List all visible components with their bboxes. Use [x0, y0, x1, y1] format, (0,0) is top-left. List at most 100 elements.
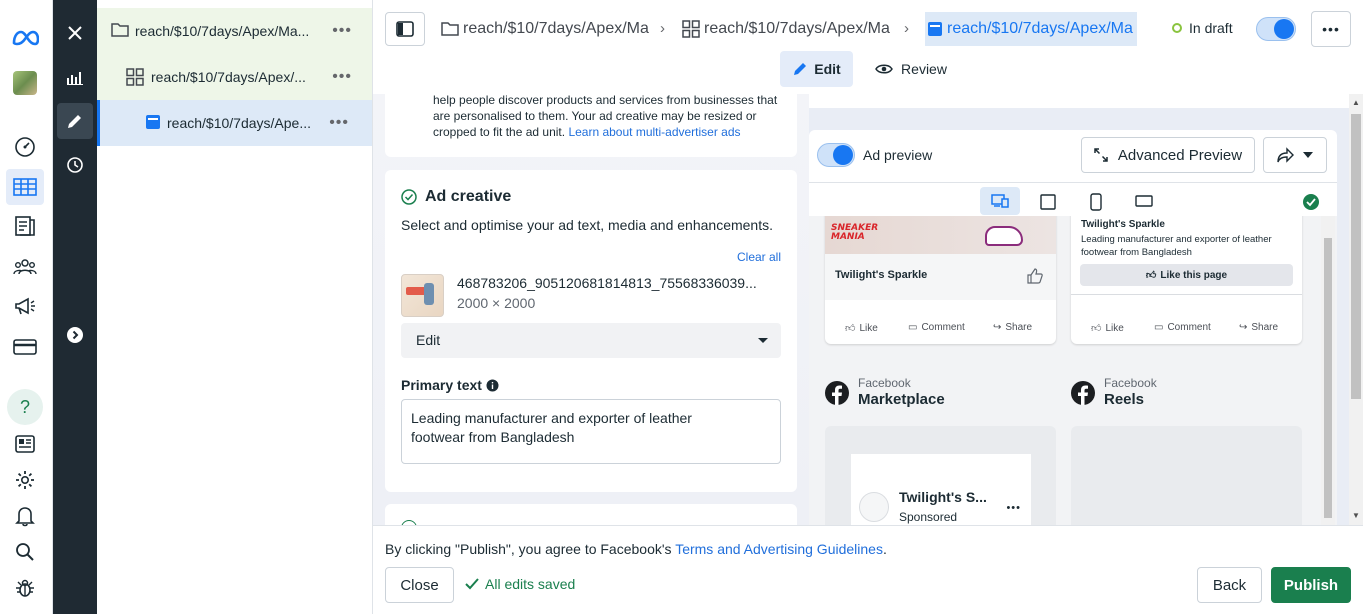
- scroll-up-arrow-icon[interactable]: ▲: [1352, 98, 1360, 107]
- page-scrollbar[interactable]: ▲ ▼: [1349, 94, 1363, 525]
- pages-catalog-icon[interactable]: [11, 212, 39, 240]
- share-arrow-icon: [1277, 147, 1294, 163]
- ad-editor-pane: help people discover products and servic…: [373, 94, 809, 525]
- ads-manager-table-icon[interactable]: [6, 169, 44, 205]
- dashboard-gauge-icon[interactable]: [11, 133, 39, 161]
- ad-preview-label: Ad preview: [863, 147, 933, 163]
- meta-logo-icon[interactable]: [11, 24, 39, 52]
- thumbs-up-icon: 👍︎: [1091, 323, 1102, 334]
- chevron-right-icon: ›: [904, 20, 909, 37]
- history-clock-icon[interactable]: [57, 147, 93, 183]
- share-action[interactable]: ↪ Share: [993, 322, 1032, 333]
- share-action[interactable]: ↪ Share: [1239, 322, 1278, 333]
- media-thumbnail[interactable]: [401, 274, 444, 317]
- like-action[interactable]: 👍︎ Like: [845, 322, 878, 335]
- primary-text-field[interactable]: Leading manufacturer and exporter of lea…: [401, 399, 781, 464]
- section-description: Select and optimise your ad text, media …: [401, 217, 773, 233]
- media-filename: 468783206_905120681814813_75568336039...: [457, 275, 757, 291]
- caret-down-icon: [1303, 152, 1313, 158]
- like-page-button[interactable]: 👍︎ Like this page: [1080, 264, 1293, 286]
- breadcrumb-campaign[interactable]: reach/$10/7days/Apex/Ma: [441, 12, 653, 46]
- expand-panel-icon[interactable]: [57, 317, 93, 353]
- ad-doc-icon: [928, 22, 942, 36]
- device-square-icon[interactable]: [1040, 194, 1056, 210]
- tree-item-label: reach/$10/7days/Apex/Ma...: [135, 23, 310, 39]
- expand-icon: [1094, 148, 1108, 162]
- caret-down-icon: [758, 338, 768, 343]
- campaign-megaphone-icon[interactable]: [11, 292, 39, 320]
- comment-action[interactable]: ▭ Comment: [908, 322, 965, 333]
- more-horizontal-icon[interactable]: •••: [1006, 502, 1021, 514]
- tree-item-ad[interactable]: reach/$10/7days/Ape... •••: [97, 100, 372, 146]
- mode-tabs: Edit Review: [373, 50, 1363, 94]
- comment-icon: ▭: [908, 322, 918, 333]
- facebook-logo-icon: [1071, 381, 1095, 405]
- status-check-icon: [1303, 194, 1319, 210]
- footer-bar: By clicking "Publish", you agree to Face…: [373, 525, 1363, 614]
- advanced-preview-button[interactable]: Advanced Preview: [1081, 137, 1255, 173]
- search-icon[interactable]: [11, 538, 39, 566]
- close-icon[interactable]: [57, 15, 93, 51]
- more-options-icon[interactable]: •••: [332, 22, 352, 40]
- scroll-down-arrow-icon[interactable]: ▼: [1352, 511, 1360, 520]
- chevron-right-icon: ›: [660, 20, 665, 37]
- preview-scrollbar[interactable]: [1321, 216, 1335, 525]
- comment-action[interactable]: ▭ Comment: [1154, 322, 1211, 333]
- bug-report-icon[interactable]: [11, 574, 39, 602]
- terms-link[interactable]: Terms and Advertising Guidelines: [675, 541, 883, 557]
- ad-image: SNEAKER MANIA: [825, 216, 1056, 254]
- preview-top-divider: [809, 94, 1349, 108]
- tab-review[interactable]: Review: [871, 51, 951, 87]
- toggle-sidebar-button[interactable]: [385, 12, 425, 46]
- ad-preview-toggle[interactable]: [817, 143, 855, 167]
- help-question-icon[interactable]: ?: [7, 389, 43, 425]
- post-page-block: Twilight's Sparkle Leading manufacturer …: [1071, 216, 1302, 301]
- comment-icon: ▭: [1154, 322, 1164, 333]
- marketplace-card: Twilight's S... Sponsored •••: [851, 454, 1031, 525]
- preview-header: Ad preview Advanced Preview: [809, 130, 1337, 182]
- reporting-chart-icon[interactable]: [57, 59, 93, 95]
- folder-icon: [111, 22, 129, 38]
- tree-item-campaign[interactable]: reach/$10/7days/Apex/Ma... •••: [97, 8, 372, 54]
- publish-button[interactable]: Publish: [1271, 567, 1351, 603]
- ad-preview-pane: Ad preview Advanced Preview SNEAKER MANI…: [809, 94, 1349, 525]
- save-status: All edits saved: [465, 576, 575, 592]
- back-button[interactable]: Back: [1197, 567, 1262, 603]
- breadcrumb-ad[interactable]: reach/$10/7days/Apex/Ma: [925, 12, 1137, 46]
- info-icon: [486, 379, 499, 391]
- next-section-card: [385, 504, 797, 525]
- main-nav-rail: ?: [0, 0, 53, 614]
- more-actions-button[interactable]: •••: [1311, 11, 1351, 47]
- settings-gear-icon[interactable]: [11, 466, 39, 494]
- device-vertical-icon[interactable]: [1090, 193, 1102, 211]
- publish-agreement-text: By clicking "Publish", you agree to Face…: [385, 541, 887, 557]
- breadcrumb-adset[interactable]: reach/$10/7days/Apex/Ma: [682, 12, 896, 46]
- eye-icon: [875, 64, 893, 74]
- news-feed-icon[interactable]: [11, 430, 39, 458]
- share-preview-button[interactable]: [1263, 137, 1327, 173]
- close-button[interactable]: Close: [385, 567, 454, 603]
- device-horizontal-icon[interactable]: [1135, 195, 1153, 207]
- device-all-icon[interactable]: [980, 187, 1020, 215]
- scroll-thumb[interactable]: [1351, 114, 1361, 399]
- tree-item-adset[interactable]: reach/$10/7days/Apex/... •••: [97, 54, 372, 100]
- edit-media-dropdown[interactable]: Edit: [401, 323, 781, 358]
- audiences-people-icon[interactable]: [11, 253, 39, 281]
- multi-advertiser-card: help people discover products and servic…: [385, 94, 797, 157]
- thumbs-up-icon: 👍︎: [845, 323, 856, 334]
- more-options-icon[interactable]: •••: [332, 68, 352, 86]
- device-switcher: [809, 182, 1337, 216]
- learn-more-link[interactable]: Learn about multi-advertiser ads: [568, 125, 740, 139]
- check-circle-icon: [401, 189, 417, 205]
- account-avatar[interactable]: [11, 69, 39, 97]
- facebook-logo-icon: [825, 381, 849, 405]
- clear-all-link[interactable]: Clear all: [737, 250, 781, 264]
- like-action[interactable]: 👍︎ Like: [1091, 322, 1124, 335]
- tab-edit[interactable]: Edit: [780, 51, 853, 87]
- ad-active-toggle[interactable]: [1256, 17, 1296, 41]
- billing-card-icon[interactable]: [11, 333, 39, 361]
- more-options-icon[interactable]: •••: [329, 114, 349, 132]
- edit-pencil-icon[interactable]: [57, 103, 93, 139]
- notifications-bell-icon[interactable]: [11, 502, 39, 530]
- campaign-tree-panel: reach/$10/7days/Apex/Ma... ••• reach/$10…: [97, 0, 373, 614]
